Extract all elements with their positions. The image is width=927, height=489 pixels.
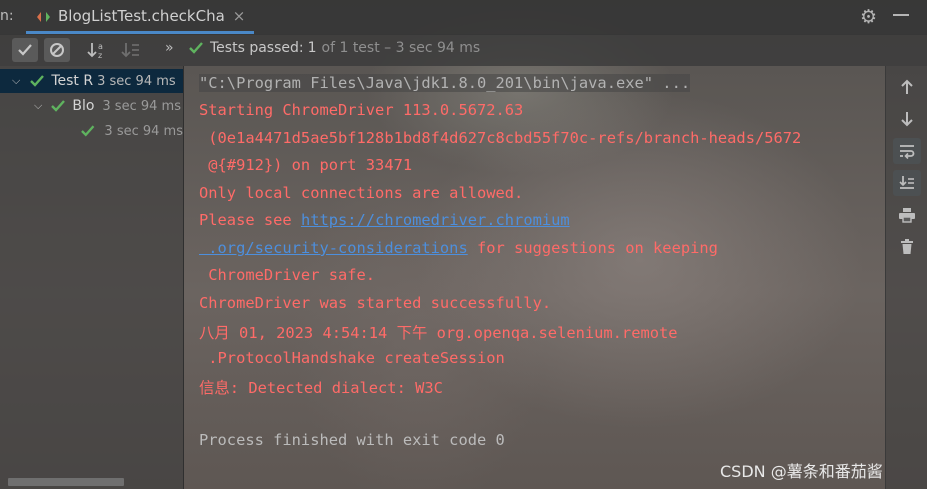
ignored-icon — [50, 43, 64, 57]
soft-wrap-icon — [900, 145, 915, 159]
console-line: 信息: Detected dialect: W3C — [199, 379, 443, 397]
chromedriver-link[interactable]: https://chromedriver.chromium — [301, 211, 570, 229]
console-text: for suggestions on keeping — [467, 239, 718, 257]
chevron-down-icon[interactable]: ⌵ — [34, 99, 42, 113]
run-config-icon — [36, 9, 52, 23]
tree-item-root[interactable]: ⌵ Test R 3 sec 94 ms — [0, 69, 183, 93]
sort-alphabetically-button[interactable]: a z — [84, 38, 110, 62]
status-prefix: Tests passed: — [210, 40, 304, 56]
status-suffix: of 1 test – 3 sec 94 ms — [321, 40, 481, 56]
sort-by-duration-button[interactable] — [118, 38, 144, 62]
svg-text:z: z — [98, 51, 102, 59]
clear-all-button[interactable] — [893, 234, 921, 260]
console-text: Please see — [199, 211, 301, 229]
horizontal-scrollbar[interactable] — [8, 478, 124, 486]
pass-check-icon — [51, 100, 66, 112]
sort-duration-icon — [121, 43, 139, 58]
console-output[interactable]: "C:\Program Files\Java\jdk1.8.0_201\bin\… — [184, 66, 884, 489]
test-status: Tests passed: 1 of 1 test – 3 sec 94 ms — [188, 40, 480, 56]
run-label: n: — [0, 8, 14, 24]
tree-item-time: 3 sec 94 ms — [102, 98, 181, 114]
more-actions-icon[interactable]: » — [165, 40, 174, 56]
tree-item-method[interactable]: 3 sec 94 ms — [0, 119, 183, 143]
pass-check-icon — [30, 75, 45, 87]
console-line: .ProtocolHandshake createSession — [199, 349, 505, 367]
pass-check-icon — [189, 42, 203, 54]
passed-count: 1 — [307, 40, 317, 56]
console-line: 八月 01, 2023 4:54:14 下午 org.openqa.seleni… — [199, 324, 678, 342]
print-button[interactable] — [893, 202, 921, 228]
sort-alpha-icon: a z — [87, 42, 103, 59]
watermark: CSDN @薯条和番茄酱 — [720, 462, 883, 481]
console-side-toolbar — [885, 66, 927, 489]
tree-item-time: 3 sec 94 ms — [104, 123, 183, 139]
trash-icon — [901, 239, 913, 254]
svg-text:a: a — [98, 42, 103, 51]
console-line: ChromeDriver safe. — [199, 266, 376, 284]
tree-item-label: Blo — [72, 98, 95, 114]
close-icon[interactable]: × — [233, 7, 246, 25]
up-arrow-button[interactable] — [893, 74, 921, 100]
soft-wrap-button[interactable] — [893, 138, 921, 164]
console-line-with-link: .org/security-considerations for suggest… — [199, 239, 718, 257]
console-line: ChromeDriver was started successfully. — [199, 294, 552, 312]
checkmark-icon — [18, 44, 32, 56]
gear-icon[interactable]: ⚙ — [860, 6, 877, 28]
console-line: Starting ChromeDriver 113.0.5672.63 — [199, 101, 524, 119]
minimize-icon[interactable] — [893, 14, 909, 16]
console-line: Only local connections are allowed. — [199, 184, 524, 202]
test-tree-pane: ⌵ Test R 3 sec 94 ms ⌵ Blo 3 sec 94 ms 3… — [0, 66, 184, 489]
scroll-to-end-button[interactable] — [893, 170, 921, 196]
console-line: @{#912}) on port 33471 — [199, 156, 413, 174]
tree-item-time: 3 sec 94 ms — [97, 73, 176, 89]
tree-item-class[interactable]: ⌵ Blo 3 sec 94 ms — [0, 94, 183, 118]
arrow-up-icon — [901, 79, 913, 94]
tree-item-label: Test R — [51, 73, 94, 89]
console-line-with-link: Please see https://chromedriver.chromium — [199, 211, 570, 229]
chevron-down-icon[interactable]: ⌵ — [12, 74, 20, 88]
console-line: "C:\Program Files\Java\jdk1.8.0_201\bin\… — [199, 74, 691, 92]
scroll-to-end-icon — [899, 176, 914, 189]
console-line: Process finished with exit code 0 — [199, 431, 505, 449]
console-line: (0e1a4471d5ae5bf128b1bd8f4d627c8cbd55f70… — [199, 129, 802, 147]
tab-run-config[interactable]: BlogListTest.checkCha × — [26, 0, 254, 34]
show-passed-button[interactable] — [12, 38, 38, 62]
show-ignored-button[interactable] — [44, 38, 70, 62]
run-tool-window-header: n: BlogListTest.checkCha × ⚙ — [0, 0, 927, 35]
chromedriver-link-continued[interactable]: .org/security-considerations — [199, 239, 467, 257]
printer-icon — [899, 208, 915, 223]
down-arrow-button[interactable] — [893, 106, 921, 132]
arrow-down-icon — [901, 112, 913, 127]
tab-title: BlogListTest.checkCha — [58, 6, 225, 25]
pass-check-icon — [81, 125, 95, 137]
